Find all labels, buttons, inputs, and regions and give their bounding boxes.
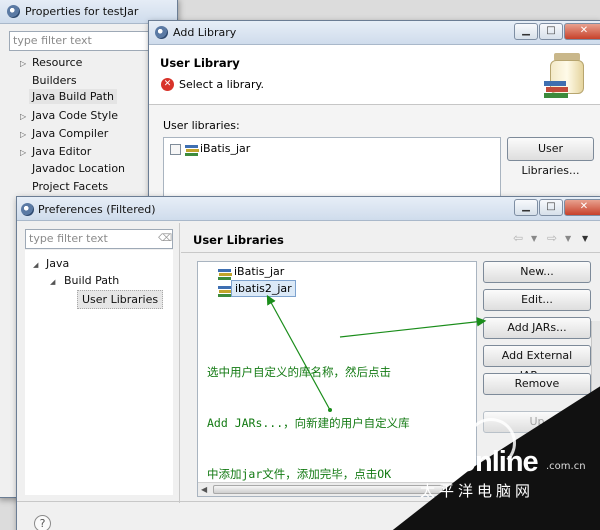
tree-item-java-code-style[interactable]: Java Code Style: [32, 109, 118, 122]
jar-library-icon: [185, 143, 200, 156]
watermark-brand: PConline: [420, 446, 539, 478]
forward-arrow-icon[interactable]: ⇨: [547, 231, 557, 245]
library-item-label[interactable]: iBatis_jar: [200, 142, 250, 155]
tree-item-build-path[interactable]: Build Path: [64, 274, 119, 287]
maximize-button[interactable]: □: [539, 199, 563, 216]
tree-item-java-compiler[interactable]: Java Compiler: [32, 127, 108, 140]
add-external-jars-button[interactable]: Add External JARs...: [483, 345, 591, 382]
annotation-text: 选中用户自定义的库名称，然后点击 Add JARs...，向新建的用户自定义库 …: [207, 330, 410, 500]
view-menu-icon[interactable]: ▼: [582, 234, 588, 243]
tree-item-resource[interactable]: Resource: [32, 56, 82, 69]
maximize-button[interactable]: □: [539, 23, 563, 40]
error-icon: ✕: [161, 78, 174, 91]
expand-arrow-icon[interactable]: ◢: [50, 278, 55, 286]
tree-item-project-facets[interactable]: Project Facets: [32, 180, 108, 193]
preferences-filter-input[interactable]: type filter text: [25, 229, 173, 249]
page-title: User Libraries: [193, 233, 284, 247]
clear-filter-icon[interactable]: ⌫: [158, 233, 172, 244]
add-library-dialog: Add Library ▁ □ ✕ User Library ✕ Select …: [148, 20, 600, 201]
add-jars-button[interactable]: Add JARs...: [483, 317, 591, 339]
edit-button[interactable]: Edit...: [483, 289, 591, 311]
filter-placeholder: type filter text: [29, 232, 108, 245]
properties-window-title: Properties for testJar: [25, 5, 139, 18]
tree-item-java[interactable]: Java: [46, 257, 69, 270]
properties-filter-input[interactable]: type filter text: [9, 31, 149, 51]
library-jar-icon: [542, 51, 594, 101]
expand-arrow-icon[interactable]: ▷: [20, 59, 26, 68]
user-libraries-button[interactable]: User Libraries...: [507, 137, 594, 177]
sash-divider[interactable]: [179, 223, 180, 503]
tree-item-java-build-path[interactable]: Java Build Path: [29, 89, 118, 104]
annotation-line-1: 选中用户自定义的库名称，然后点击: [207, 365, 391, 379]
help-icon[interactable]: ?: [34, 515, 51, 530]
page-title-separator: [181, 252, 600, 253]
add-library-window-icon: [155, 26, 168, 39]
library-item-ibatis-jar[interactable]: iBatis_jar: [234, 265, 284, 278]
preferences-window-icon: [21, 203, 34, 216]
user-libraries-list[interactable]: iBatis_jar: [163, 137, 501, 201]
properties-window-icon: [7, 5, 20, 18]
forward-menu-icon[interactable]: ▼: [565, 234, 571, 243]
dialog-header-message: Select a library.: [179, 78, 264, 91]
watermark-domain: .com.cn: [546, 461, 586, 472]
tree-item-java-editor[interactable]: Java Editor: [32, 145, 91, 158]
preferences-title: Preferences (Filtered): [38, 203, 156, 216]
expand-arrow-icon[interactable]: ▷: [20, 112, 26, 121]
minimize-button[interactable]: ▁: [514, 199, 538, 216]
tree-item-javadoc-location[interactable]: Javadoc Location: [32, 162, 125, 175]
tree-item-builders[interactable]: Builders: [32, 74, 77, 87]
close-button[interactable]: ✕: [564, 199, 600, 216]
expand-arrow-icon[interactable]: ▷: [20, 130, 26, 139]
back-menu-icon[interactable]: ▼: [531, 234, 537, 243]
watermark-tagline: 太平洋电脑网: [420, 482, 535, 500]
expand-arrow-icon[interactable]: ▷: [20, 148, 26, 157]
tree-item-user-libraries[interactable]: User Libraries: [77, 290, 164, 309]
library-checkbox[interactable]: [170, 144, 181, 155]
minimize-button[interactable]: ▁: [514, 23, 538, 40]
back-arrow-icon[interactable]: ⇦: [513, 231, 523, 245]
add-library-titlebar: Add Library ▁ □ ✕: [149, 21, 600, 45]
preferences-titlebar: Preferences (Filtered) ▁ □ ✕: [17, 197, 600, 221]
dialog-header: User Library ✕ Select a library.: [149, 45, 600, 105]
annotation-line-2: Add JARs...，向新建的用户自定义库: [207, 416, 410, 430]
expand-arrow-icon[interactable]: ◢: [33, 261, 38, 269]
add-library-title: Add Library: [173, 26, 237, 39]
remove-button[interactable]: Remove: [483, 373, 591, 395]
library-item-ibatis2-jar[interactable]: ibatis2_jar: [231, 280, 296, 297]
dialog-header-title: User Library: [160, 56, 240, 70]
user-libraries-label: User libraries:: [163, 119, 240, 132]
preferences-tree: ◢ Java ◢ Build Path User Libraries: [25, 250, 173, 495]
new-button[interactable]: New...: [483, 261, 591, 283]
close-button[interactable]: ✕: [564, 23, 600, 40]
annotation-line-3: 中添加jar文件，添加完毕，点击OK: [207, 467, 392, 481]
